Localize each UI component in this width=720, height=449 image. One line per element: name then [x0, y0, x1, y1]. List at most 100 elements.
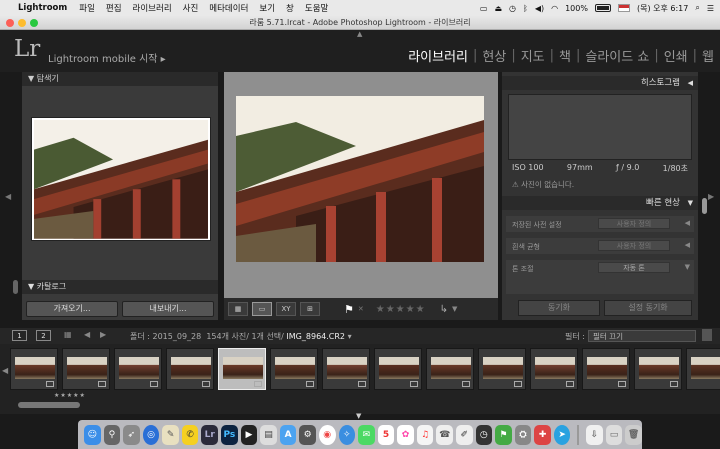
notification-icon[interactable]: ☰ — [707, 4, 714, 13]
primary-window-button[interactable]: 1 — [12, 330, 27, 341]
loupe-view[interactable] — [224, 72, 498, 298]
forward-arrow-icon[interactable]: ▶ — [100, 330, 106, 339]
toolbar-menu-icon[interactable]: ▼ — [452, 305, 457, 313]
grid-view-button[interactable]: ▦ — [228, 302, 248, 316]
survey-view-button[interactable]: ⊞ — [300, 302, 320, 316]
module-print[interactable]: 인쇄 — [664, 46, 688, 65]
bottom-panel-collapse-icon[interactable]: ▼ — [356, 412, 361, 420]
telegram-icon[interactable]: ➤ — [553, 424, 571, 445]
spotlight-icon[interactable]: ⌕ — [695, 3, 699, 13]
grid-icon[interactable]: ▦ — [64, 330, 72, 339]
battery-percent[interactable]: 100% — [565, 4, 588, 13]
flag-icon[interactable] — [617, 4, 630, 12]
bluetooth-icon[interactable]: ᛒ — [523, 4, 528, 13]
battery-icon[interactable] — [594, 4, 611, 12]
trash-icon[interactable]: 🗑 — [625, 424, 642, 445]
compare-view-button[interactable]: XY — [276, 302, 296, 316]
notes-icon[interactable]: ✎ — [162, 424, 179, 445]
settings-gear-icon[interactable]: ⚙ — [299, 424, 316, 445]
lightroom-dock-icon[interactable]: Lr — [201, 424, 219, 445]
quick-develop-header[interactable]: 빠른 현상 ▼ — [502, 196, 698, 210]
reject-icon[interactable]: ✕ — [358, 305, 364, 313]
clock[interactable]: (목) 오후 6:17 — [637, 3, 688, 14]
wb-expand-icon[interactable]: ◀ — [685, 241, 690, 249]
music-icon[interactable]: ♫ — [416, 424, 434, 445]
filmstrip-thumbnail[interactable] — [322, 348, 370, 390]
preview-icon[interactable]: ▤ — [260, 424, 277, 445]
sync-settings-button[interactable]: 설정 동기화 — [604, 300, 692, 316]
menu-file[interactable]: 파일 — [79, 2, 95, 14]
module-develop[interactable]: 현상 — [482, 46, 506, 65]
rocket-icon[interactable]: ➶ — [123, 424, 140, 445]
sync-button[interactable]: 동기화 — [518, 300, 600, 316]
rotate-icon[interactable]: ↳ — [440, 304, 448, 315]
filter-select[interactable]: 필터 끄기 — [588, 330, 696, 342]
appstore-icon[interactable]: A — [279, 424, 297, 445]
filmstrip-thumbnail[interactable] — [478, 348, 526, 390]
folder-icon[interactable]: ▭ — [605, 424, 623, 445]
filmstrip-thumbnail[interactable] — [166, 348, 214, 390]
kakaotalk-icon[interactable]: ✆ — [181, 424, 199, 445]
filmstrip-left-icon[interactable]: ◀ — [2, 366, 8, 375]
filmstrip-thumbnail[interactable] — [270, 348, 318, 390]
filmstrip-thumbnail[interactable] — [530, 348, 578, 390]
loupe-view-button[interactable]: ▭ — [252, 302, 272, 316]
app-red-icon[interactable]: ✚ — [534, 424, 551, 445]
flag-button[interactable]: ⚑ — [344, 303, 354, 316]
histogram-header[interactable]: 히스토그램 ◀ — [502, 76, 698, 90]
left-panel-collapse-icon[interactable]: ◀ — [5, 192, 11, 201]
downloads-icon[interactable]: ⇩ — [586, 424, 603, 445]
eject-icon[interactable]: ⏏ — [494, 4, 502, 13]
import-button[interactable]: 가져오기... — [26, 301, 118, 317]
app-menu[interactable]: Lightroom — [18, 3, 67, 13]
screen-icon[interactable]: ▭ — [480, 4, 488, 13]
auto-tone-button[interactable]: 자동 톤 — [598, 262, 670, 273]
textedit-icon[interactable]: ✐ — [455, 424, 473, 445]
module-map[interactable]: 지도 — [521, 46, 545, 65]
module-book[interactable]: 책 — [559, 46, 571, 65]
preset-select[interactable]: 사용자 정의 — [598, 218, 670, 229]
wifi-icon[interactable]: ◠ — [551, 4, 558, 13]
video-icon[interactable]: ▶ — [240, 424, 258, 445]
menu-edit[interactable]: 편집 — [106, 2, 122, 14]
filmstrip-thumbnail[interactable] — [62, 348, 110, 390]
safari-icon[interactable]: ◎ — [142, 424, 160, 445]
menu-photo[interactable]: 사진 — [183, 2, 199, 14]
module-library[interactable]: 라이브러리 — [408, 46, 468, 65]
archive-icon[interactable]: ⛭ — [514, 424, 532, 445]
lightroom-mobile-link[interactable]: Lightroom mobile 시작 ▸ — [48, 50, 166, 65]
filmstrip-thumbnail[interactable] — [218, 348, 266, 390]
finder-icon[interactable]: ☺ — [84, 424, 101, 445]
launchpad-icon[interactable]: ⚲ — [103, 424, 121, 445]
menu-help[interactable]: 도움말 — [305, 2, 328, 14]
right-panel-collapse-icon[interactable]: ▶ — [708, 192, 714, 201]
filmstrip-thumbnail[interactable] — [10, 348, 58, 390]
chrome-icon[interactable]: ◉ — [318, 424, 336, 445]
utility-icon[interactable]: ⚑ — [495, 424, 512, 445]
tone-expand-icon[interactable]: ▼ — [685, 263, 690, 271]
main-photo[interactable] — [236, 96, 484, 262]
navigator-header[interactable]: ▼ 탐색기 — [22, 72, 218, 86]
menu-window[interactable]: 창 — [286, 2, 294, 14]
right-panel-scrollbar[interactable] — [702, 198, 707, 214]
navigator-preview[interactable] — [31, 117, 211, 241]
catalog-header[interactable]: ▼ 카탈로그 — [22, 280, 218, 294]
filmstrip-source[interactable]: 폴더 : 2015_09_28 154개 사진/ 1개 선택/ IMG_8964… — [130, 331, 352, 342]
export-button[interactable]: 내보내기... — [122, 301, 214, 317]
filmstrip-thumbnail[interactable] — [634, 348, 682, 390]
menu-library[interactable]: 라이브러리 — [133, 2, 172, 14]
back-arrow-icon[interactable]: ◀ — [84, 330, 90, 339]
rating-stars[interactable]: ★★★★★ — [376, 304, 426, 315]
menu-metadata[interactable]: 메타데이터 — [209, 2, 248, 14]
filmstrip-thumbnail[interactable] — [686, 348, 720, 390]
top-panel-collapse-icon[interactable]: ▲ — [357, 30, 362, 38]
timemachine-dock-icon[interactable]: ◷ — [475, 424, 493, 445]
timemachine-icon[interactable]: ◷ — [509, 4, 516, 13]
contacts-icon[interactable]: ☎ — [436, 424, 453, 445]
filmstrip-thumbnail[interactable] — [426, 348, 474, 390]
volume-icon[interactable]: ◀) — [535, 4, 544, 13]
filmstrip-scrollbar[interactable] — [18, 402, 80, 408]
calendar-icon[interactable]: 5 — [377, 424, 395, 445]
module-slideshow[interactable]: 슬라이드 쇼 — [585, 46, 649, 65]
photoshop-dock-icon[interactable]: Ps — [221, 424, 238, 445]
